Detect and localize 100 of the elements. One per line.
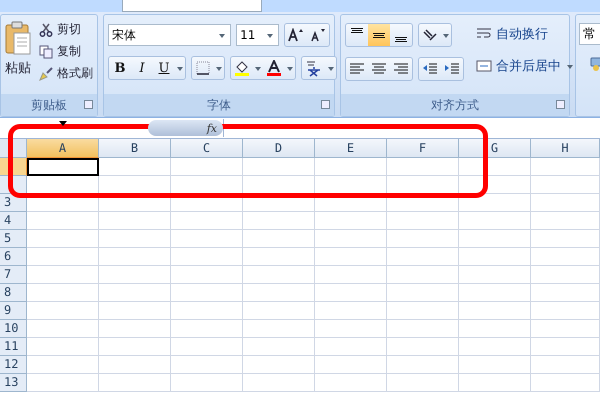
sheet-cell[interactable] [531,212,600,230]
sheet-cell[interactable] [315,284,387,302]
sheet-cell[interactable] [99,338,171,356]
sheet-cell[interactable] [315,266,387,284]
sheet-cell[interactable] [99,284,171,302]
sheet-cell[interactable] [531,194,600,212]
italic-button[interactable]: I [131,57,153,79]
sheet-cell[interactable] [315,374,387,392]
sheet-cell[interactable] [99,158,171,176]
sheet-cell[interactable] [531,266,600,284]
sheet-cell[interactable] [459,248,531,266]
sheet-cell[interactable] [459,284,531,302]
sheet-cell[interactable] [27,266,99,284]
sheet-cell[interactable] [99,356,171,374]
sheet-cell[interactable] [459,230,531,248]
sheet-cell[interactable] [243,320,315,338]
sheet-cell[interactable] [387,356,459,374]
column-header[interactable]: B [99,139,171,158]
sheet-cell[interactable] [171,248,243,266]
active-cell[interactable] [27,158,99,176]
row-header[interactable]: 3 [0,194,27,212]
sheet-cell[interactable] [27,374,99,392]
sheet-cell[interactable] [27,248,99,266]
font-name-field[interactable]: 宋体 [108,24,232,46]
sheet-cell[interactable] [315,320,387,338]
sheet-cell[interactable] [531,302,600,320]
sheet-cell[interactable] [459,266,531,284]
clipboard-button[interactable]: 复制 [37,41,95,62]
sheet-cell[interactable] [99,212,171,230]
sheet-cell[interactable] [171,356,243,374]
sheet-cell[interactable] [531,338,600,356]
row-header[interactable]: 7 [0,266,27,284]
number-format-field[interactable]: 常 [579,23,600,45]
dialog-launcher-icon[interactable] [84,100,93,109]
sheet-cell[interactable] [171,302,243,320]
sheet-cell[interactable] [243,284,315,302]
sheet-cell[interactable] [387,248,459,266]
dialog-launcher-icon[interactable] [321,100,330,109]
sheet-cell[interactable] [531,374,600,392]
sheet-cell[interactable] [387,302,459,320]
sheet-cell[interactable] [27,230,99,248]
row-header[interactable]: 5 [0,230,27,248]
sheet-cell[interactable] [315,248,387,266]
sheet-cell[interactable] [315,302,387,320]
sheet-cell[interactable] [387,374,459,392]
sheet-cell[interactable] [99,302,171,320]
sheet-cell[interactable] [459,212,531,230]
sheet-cell[interactable] [171,338,243,356]
sheet-cell[interactable] [387,158,459,176]
sheet-cell[interactable] [531,356,600,374]
sheet-cell[interactable] [315,338,387,356]
sheet-cell[interactable] [531,230,600,248]
sheet-cell[interactable] [459,356,531,374]
row-header[interactable]: 9 [0,302,27,320]
sheet-cell[interactable] [243,158,315,176]
sheet-cell[interactable] [99,266,171,284]
sheet-cell[interactable] [171,230,243,248]
bold-button[interactable]: B [109,57,131,79]
sheet-cell[interactable] [531,176,600,194]
sheet-cell[interactable] [27,356,99,374]
paste-button[interactable]: 粘贴 [3,19,33,90]
sheet-cell[interactable] [459,158,531,176]
sheet-cell[interactable] [387,320,459,338]
sheet-cell[interactable] [243,230,315,248]
sheet-cell[interactable] [315,230,387,248]
sheet-cell[interactable] [171,284,243,302]
sheet-cell[interactable] [171,320,243,338]
sheet-cell[interactable] [387,212,459,230]
sheet-cell[interactable] [243,356,315,374]
sheet-cell[interactable] [315,212,387,230]
column-header[interactable]: G [459,139,531,158]
clipboard-button[interactable]: 剪切 [37,19,95,40]
sheet-cell[interactable] [99,320,171,338]
row-header[interactable]: 12 [0,356,27,374]
sheet-cell[interactable] [99,248,171,266]
wrap-text-button[interactable]: 自动换行 [474,23,577,45]
sheet-cell[interactable] [531,158,600,176]
sheet-cell[interactable] [315,158,387,176]
sheet-cell[interactable] [171,212,243,230]
column-header[interactable]: F [387,139,459,158]
ribbon-tab[interactable] [122,0,262,12]
column-header[interactable]: E [315,139,387,158]
sheet-cell[interactable] [243,338,315,356]
sheet-cell[interactable] [99,374,171,392]
column-header[interactable]: C [171,139,243,158]
sheet-cell[interactable] [243,374,315,392]
sheet-cell[interactable] [27,302,99,320]
sheet-cell[interactable] [243,212,315,230]
sheet-cell[interactable] [171,158,243,176]
sheet-cell[interactable] [459,302,531,320]
column-header[interactable]: H [531,139,600,158]
sheet-cell[interactable] [243,266,315,284]
sheet-cell[interactable] [315,356,387,374]
column-header[interactable]: D [243,139,315,158]
column-header[interactable]: A [27,139,99,158]
row-header[interactable]: 4 [0,212,27,230]
sheet-cell[interactable] [459,338,531,356]
sheet-cell[interactable] [459,374,531,392]
sheet-cell[interactable] [387,266,459,284]
font-size-field[interactable]: 11 [236,24,279,46]
